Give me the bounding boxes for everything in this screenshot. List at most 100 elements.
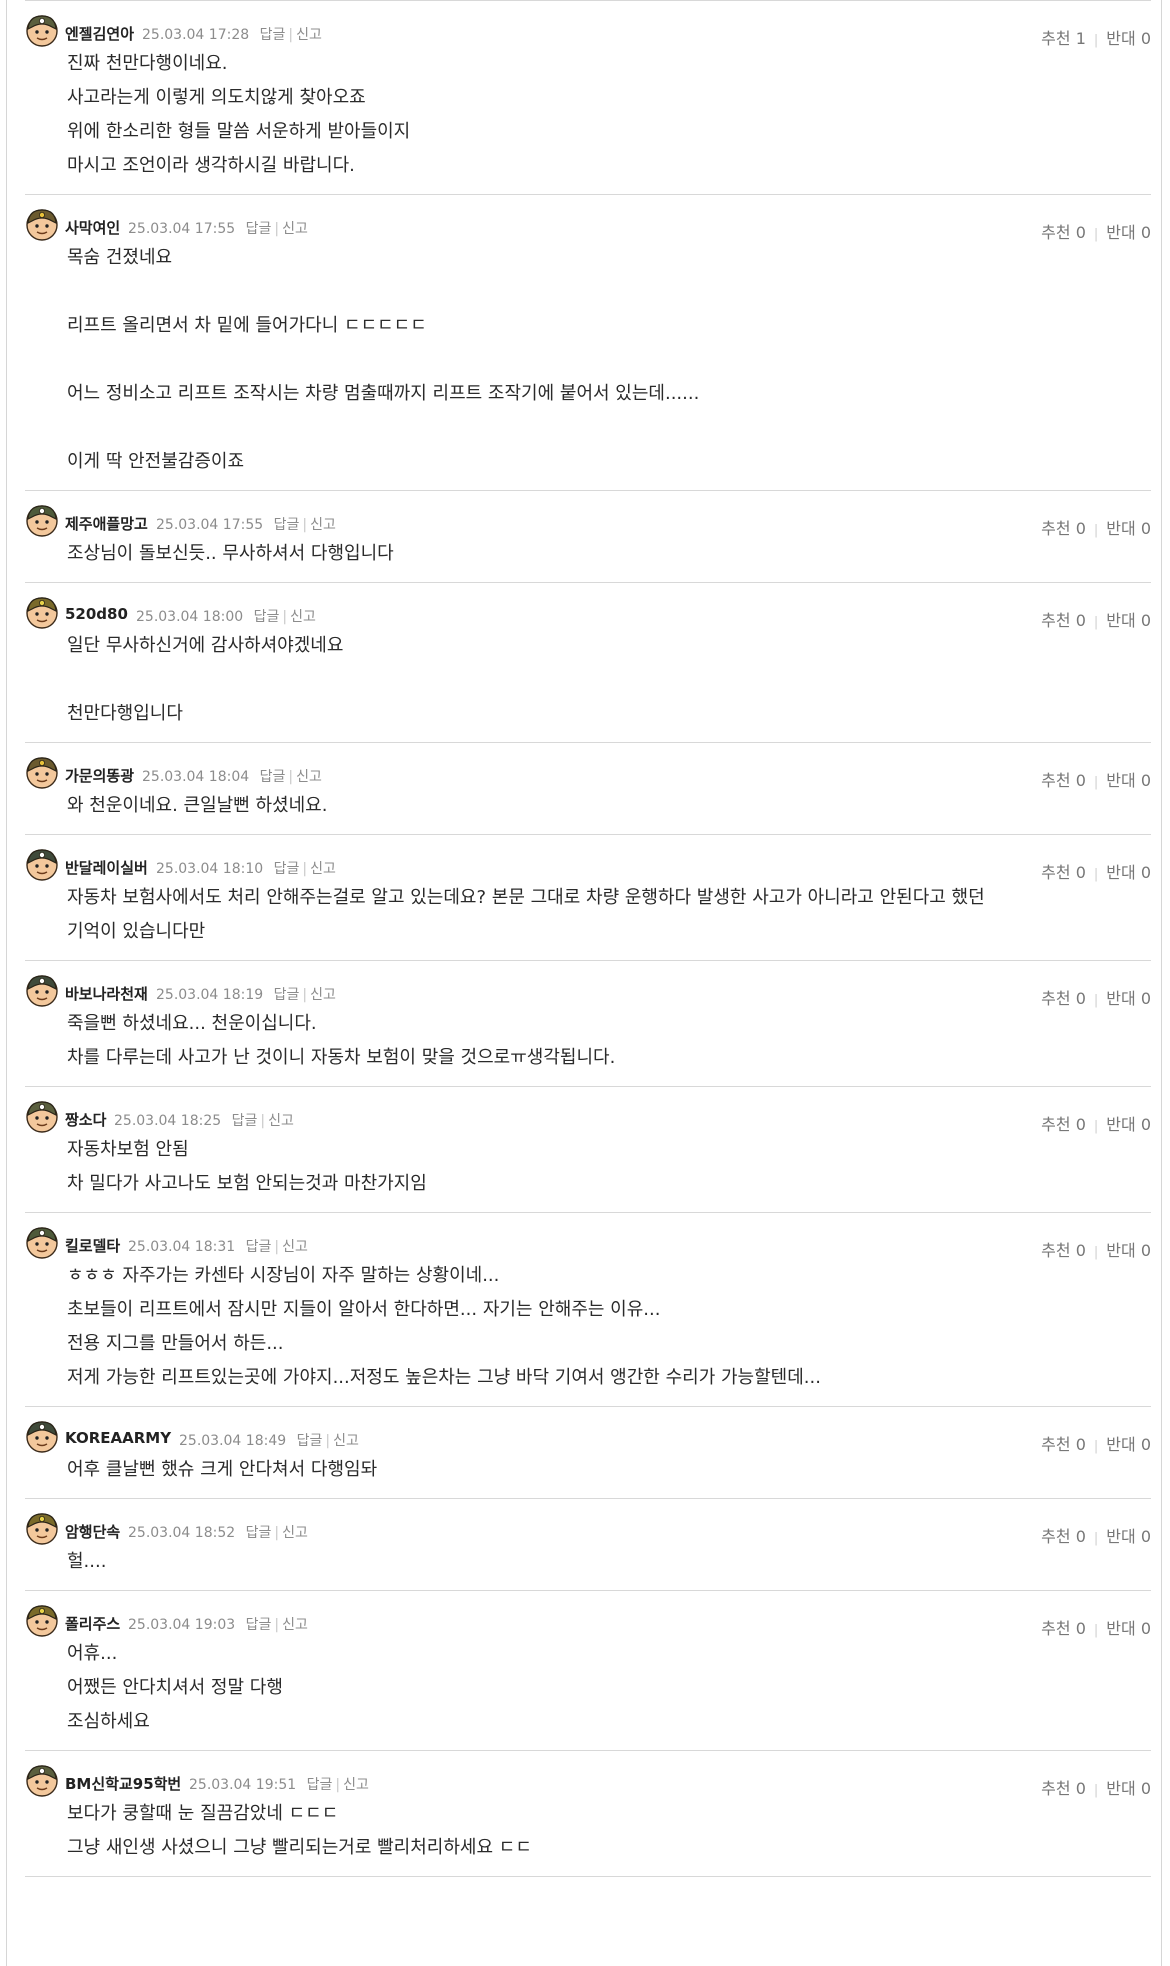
oppose-button[interactable]: 반대 0 [1106,29,1151,48]
reply-link[interactable]: 답글 [274,987,300,1003]
comment-author[interactable]: 사막여인 [65,217,120,238]
recommend-button[interactable]: 추천 0 [1041,1779,1086,1798]
comment-author[interactable]: 폴리주스 [65,1613,120,1634]
user-avatar-icon[interactable] [25,847,59,881]
oppose-button[interactable]: 반대 0 [1106,1619,1151,1638]
comment-line: 헐.... [67,1551,107,1572]
recommend-count: 0 [1075,989,1086,1008]
oppose-button[interactable]: 반대 0 [1106,1241,1151,1260]
oppose-button[interactable]: 반대 0 [1106,223,1151,242]
user-avatar-icon[interactable] [25,1603,59,1637]
report-link[interactable]: 신고 [310,987,336,1003]
report-link[interactable]: 신고 [310,861,336,877]
reply-link[interactable]: 답글 [246,221,272,237]
report-link[interactable]: 신고 [296,769,322,785]
user-avatar-icon[interactable] [25,1763,59,1797]
comment-author[interactable]: BM신학교95학번 [65,1773,181,1794]
oppose-count: 0 [1140,1619,1151,1638]
vote-divider: | [1093,227,1099,242]
oppose-count: 0 [1140,863,1151,882]
meta-divider: | [302,517,308,533]
recommend-button[interactable]: 추천 0 [1041,1241,1086,1260]
report-link[interactable]: 신고 [333,1433,359,1449]
user-avatar-icon[interactable] [25,595,59,629]
reply-link[interactable]: 답글 [260,27,286,43]
user-avatar-icon[interactable] [25,503,59,537]
meta-divider: | [325,1433,331,1449]
recommend-button[interactable]: 추천 0 [1041,223,1086,242]
recommend-button[interactable]: 추천 0 [1041,611,1086,630]
comment-author[interactable]: 520d80 [65,605,128,623]
reply-link[interactable]: 답글 [254,609,280,625]
report-link[interactable]: 신고 [282,1617,308,1633]
reply-link[interactable]: 답글 [232,1113,258,1129]
user-avatar-icon[interactable] [25,13,59,47]
recommend-button[interactable]: 추천 0 [1041,1435,1086,1454]
recommend-button[interactable]: 추천 0 [1041,1115,1086,1134]
comment-meta: 25.03.04 18:49 답글 | 신고 [179,1430,359,1450]
comment-list: 엔젤김연아 25.03.04 17:28 답글 | 신고 추천 1 | 반대 0 진짜 … [25,0,1151,1877]
comment-header: KOREAARMY 25.03.04 18:49 답글 | 신고 추천 0 | 반대 0 [25,1419,1151,1454]
comment-header: 가문의똥광 25.03.04 18:04 답글 | 신고 추천 0 | 반대 0 [25,755,1151,790]
comment-author[interactable]: 바보나라천재 [65,983,148,1004]
reply-link[interactable]: 답글 [260,769,286,785]
report-link[interactable]: 신고 [296,27,322,43]
oppose-button[interactable]: 반대 0 [1106,863,1151,882]
comment-author[interactable]: 킬로델타 [65,1235,120,1256]
oppose-button[interactable]: 반대 0 [1106,519,1151,538]
report-link[interactable]: 신고 [290,609,316,625]
recommend-button[interactable]: 추천 0 [1041,1527,1086,1546]
oppose-button[interactable]: 반대 0 [1106,1779,1151,1798]
user-avatar-icon[interactable] [25,1511,59,1545]
report-link[interactable]: 신고 [343,1777,369,1793]
oppose-button[interactable]: 반대 0 [1106,1435,1151,1454]
comment-header: 짱소다 25.03.04 18:25 답글 | 신고 추천 0 | 반대 0 [25,1099,1151,1134]
report-link[interactable]: 신고 [282,1525,308,1541]
recommend-button[interactable]: 추천 0 [1041,863,1086,882]
user-avatar-icon[interactable] [25,1419,59,1453]
report-link[interactable]: 신고 [282,1239,308,1255]
comment-item: 엔젤김연아 25.03.04 17:28 답글 | 신고 추천 1 | 반대 0 진짜 … [25,1,1151,195]
recommend-button[interactable]: 추천 0 [1041,771,1086,790]
comment-author[interactable]: 짱소다 [65,1109,106,1130]
comment-line: 조상님이 돌보신듯.. 무사하셔서 다행입니다 [67,543,394,564]
vote-area: 추천 0 | 반대 0 [1041,1615,1151,1639]
recommend-button[interactable]: 추천 0 [1041,519,1086,538]
reply-link[interactable]: 답글 [274,517,300,533]
report-link[interactable]: 신고 [310,517,336,533]
comment-author[interactable]: 엔젤김연아 [65,23,134,44]
meta-divider: | [260,1113,266,1129]
reply-link[interactable]: 답글 [246,1239,272,1255]
comment-author[interactable]: 제주애플망고 [65,513,148,534]
oppose-button[interactable]: 반대 0 [1106,989,1151,1008]
meta-divider: | [274,1239,280,1255]
user-avatar-icon[interactable] [25,755,59,789]
user-avatar-icon[interactable] [25,207,59,241]
comment-meta: 25.03.04 19:03 답글 | 신고 [128,1614,308,1634]
recommend-button[interactable]: 추천 0 [1041,989,1086,1008]
comment-author[interactable]: 반달레이실버 [65,857,148,878]
oppose-button[interactable]: 반대 0 [1106,611,1151,630]
comment-author[interactable]: 가문의똥광 [65,765,134,786]
recommend-label: 추천 [1041,223,1071,242]
report-link[interactable]: 신고 [268,1113,294,1129]
comment-author[interactable]: KOREAARMY [65,1429,171,1447]
oppose-button[interactable]: 반대 0 [1106,1527,1151,1546]
oppose-button[interactable]: 반대 0 [1106,771,1151,790]
user-avatar-icon[interactable] [25,1225,59,1259]
reply-link[interactable]: 답글 [297,1433,323,1449]
user-avatar-icon[interactable] [25,973,59,1007]
report-link[interactable]: 신고 [282,221,308,237]
oppose-button[interactable]: 반대 0 [1106,1115,1151,1134]
reply-link[interactable]: 답글 [246,1525,272,1541]
comment-author[interactable]: 암행단속 [65,1521,120,1542]
recommend-button[interactable]: 추천 1 [1041,29,1086,48]
oppose-label: 반대 [1106,771,1136,790]
recommend-button[interactable]: 추천 0 [1041,1619,1086,1638]
comment-item: 폴리주스 25.03.04 19:03 답글 | 신고 추천 0 | 반대 0 어휴..… [25,1591,1151,1751]
user-avatar-icon[interactable] [25,1099,59,1133]
reply-link[interactable]: 답글 [274,861,300,877]
comment-date: 25.03.04 19:51 [189,1777,297,1793]
reply-link[interactable]: 답글 [307,1777,333,1793]
reply-link[interactable]: 답글 [246,1617,272,1633]
